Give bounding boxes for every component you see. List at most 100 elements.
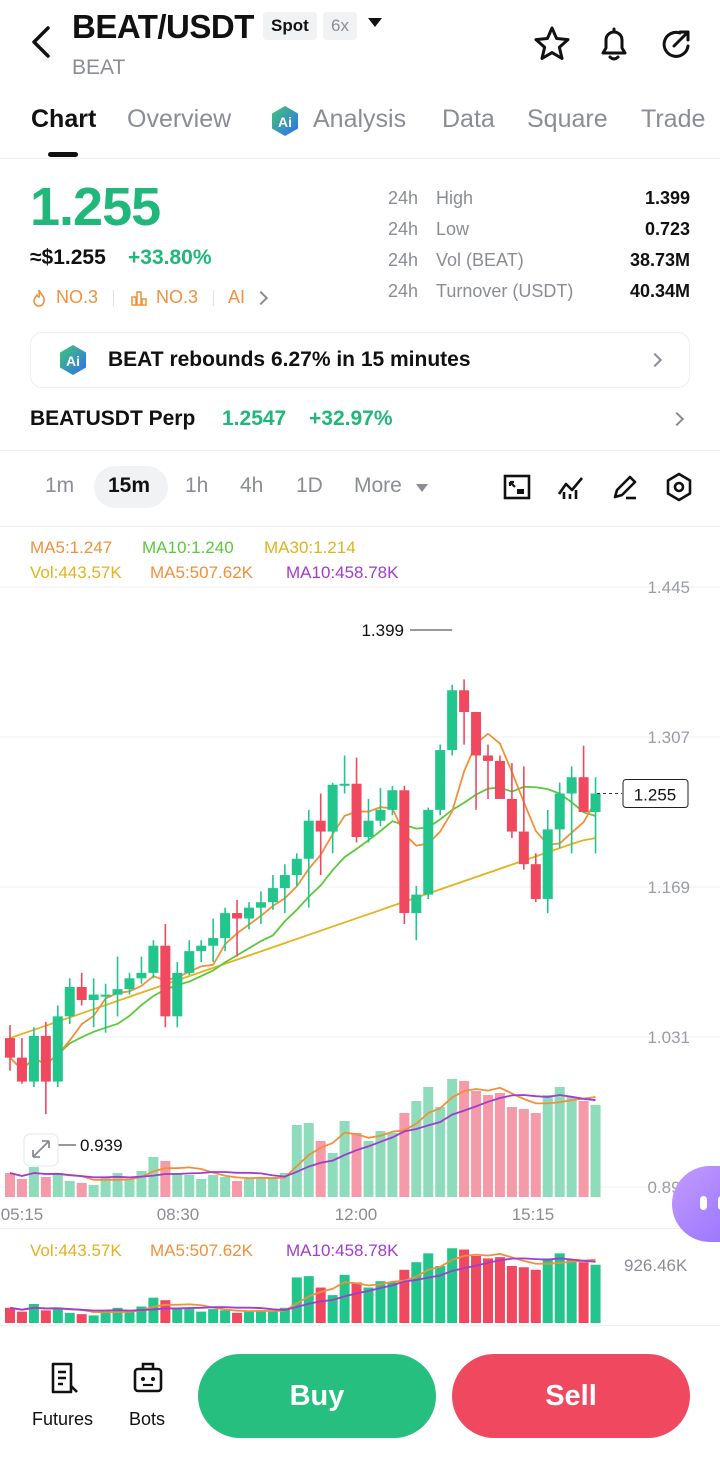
tab-chart[interactable]: Chart <box>31 105 96 134</box>
sub-volume-bar <box>267 1310 278 1323</box>
hot-rank[interactable]: NO.3 <box>56 287 98 308</box>
stat-period: 24h <box>388 281 419 301</box>
tab-analysis[interactable]: Analysis <box>313 105 406 134</box>
candle <box>136 956 147 984</box>
candle-body <box>16 1057 27 1082</box>
buy-button[interactable]: Buy <box>198 1354 436 1438</box>
ai-link-label[interactable]: AI <box>228 287 245 308</box>
candle <box>518 766 529 870</box>
candle-body <box>387 790 398 810</box>
interval-1d[interactable]: 1D <box>296 474 323 498</box>
interval-1h[interactable]: 1h <box>185 474 208 498</box>
bots-label[interactable]: Bots <box>129 1409 165 1430</box>
futures-label[interactable]: Futures <box>32 1409 93 1430</box>
candle-body <box>483 755 493 761</box>
volume-bar <box>399 1113 410 1197</box>
perp-name[interactable]: BEATUSDT Perp <box>30 407 195 431</box>
sub-volume-bar <box>28 1304 39 1323</box>
pair-title[interactable]: BEAT/USDT <box>72 8 254 46</box>
candle-body <box>184 951 195 973</box>
tabs-divider <box>0 158 720 159</box>
bell-icon[interactable] <box>594 24 634 64</box>
interval-4h[interactable]: 4h <box>240 474 263 498</box>
volume-bar <box>506 1107 517 1197</box>
indicators-icon[interactable] <box>554 470 588 504</box>
candle <box>16 1038 27 1084</box>
sub-volume-bar <box>566 1259 577 1323</box>
sub-volume-bar <box>52 1307 63 1323</box>
y-tick-label: 1.031 <box>647 1028 690 1047</box>
more-caret-icon[interactable] <box>416 484 428 492</box>
svg-text:Ai: Ai <box>278 114 292 130</box>
volume-bar <box>459 1081 470 1197</box>
tab-overview[interactable]: Overview <box>127 105 231 134</box>
y-tick-label: 1.307 <box>647 728 690 747</box>
candle <box>459 679 470 745</box>
pair-dropdown-icon[interactable] <box>368 18 382 27</box>
sub-volume-bar <box>124 1311 135 1323</box>
chart-settings-icon[interactable] <box>662 470 696 504</box>
volume-bar <box>494 1093 505 1197</box>
candle-body <box>303 820 314 859</box>
back-arrow-icon[interactable] <box>26 22 60 62</box>
candle-body <box>279 875 290 889</box>
stat-value: 0.723 <box>644 219 690 239</box>
tab-trade[interactable]: Trade <box>641 105 705 134</box>
interval-15m[interactable]: 15m <box>108 474 150 498</box>
volume-bar <box>196 1179 207 1197</box>
candle <box>423 807 434 899</box>
candle-body <box>363 820 374 837</box>
stat-label: High <box>436 188 474 208</box>
candle-body <box>566 777 577 794</box>
candle <box>279 864 290 914</box>
rank-divider-2 <box>213 290 214 306</box>
candle-body <box>518 831 529 865</box>
star-icon[interactable] <box>532 24 572 64</box>
sub-volume-bar <box>399 1269 410 1323</box>
rank-divider <box>113 290 114 306</box>
usd-price: ≈$1.255 <box>30 246 106 269</box>
stat-label: Low <box>436 219 470 239</box>
chevron-right-icon[interactable] <box>669 411 685 427</box>
bot-icon[interactable] <box>130 1360 166 1396</box>
y-tick-label: 1.169 <box>647 878 690 897</box>
candle <box>339 755 350 794</box>
candlestick-chart[interactable]: 1.4451.3071.1691.0310.8931.3990.9391.255… <box>0 570 720 1230</box>
candle <box>160 923 171 1028</box>
chevron-right-icon[interactable] <box>253 290 269 306</box>
fullscreen-chart-icon[interactable] <box>500 470 534 504</box>
sub-volume-bar <box>483 1258 493 1323</box>
candle-body <box>160 945 171 1017</box>
candle <box>28 1027 39 1087</box>
candle-body <box>136 972 147 979</box>
volume-subchart[interactable] <box>0 1230 720 1324</box>
candle <box>435 744 446 816</box>
sub-volume-bar <box>64 1312 75 1323</box>
interval-1m[interactable]: 1m <box>45 474 74 498</box>
volume-bar <box>351 1133 362 1197</box>
draw-pencil-icon[interactable] <box>608 470 642 504</box>
candle-body <box>196 945 207 952</box>
interval-more[interactable]: More <box>354 474 402 498</box>
sub-volume-bar <box>196 1311 207 1323</box>
tab-data[interactable]: Data <box>442 105 495 134</box>
volume-bar <box>363 1141 374 1197</box>
volume-bar <box>40 1177 51 1197</box>
candle-body <box>339 783 350 786</box>
volume-bar <box>411 1101 422 1197</box>
flame-icon <box>33 289 45 307</box>
active-tab-indicator <box>48 152 78 157</box>
candle <box>351 757 362 843</box>
futures-doc-icon[interactable] <box>46 1360 82 1396</box>
sub-volume-bar <box>411 1262 422 1323</box>
share-icon[interactable] <box>656 24 696 64</box>
gain-rank[interactable]: NO.3 <box>156 287 198 308</box>
bottom-bar-divider <box>0 1325 720 1326</box>
candle <box>542 809 553 914</box>
sell-button[interactable]: Sell <box>452 1354 690 1438</box>
candle <box>447 684 458 756</box>
perp-change: +32.97% <box>309 407 393 430</box>
stat-period: 24h <box>388 250 419 270</box>
volume-bar <box>554 1087 565 1197</box>
tab-square[interactable]: Square <box>527 105 608 134</box>
